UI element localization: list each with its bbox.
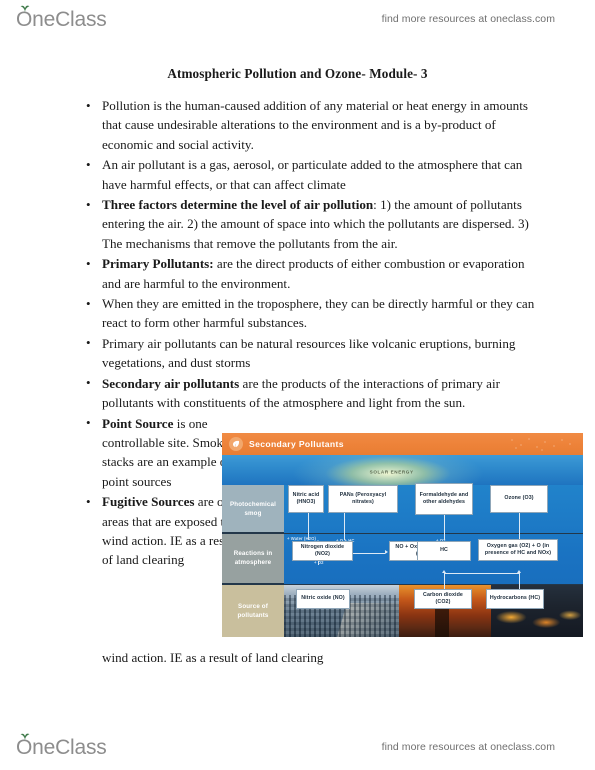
list-item: Primary air pollutants can be natural re…	[80, 333, 535, 373]
particle-speckle-decoration	[507, 436, 579, 452]
secondary-pollutants-diagram: Secondary Pollutants SOLAR ENERGY Photoc…	[222, 433, 583, 637]
solar-energy-label: SOLAR ENERGY	[369, 469, 414, 475]
arrow-hydrocarbons-bracket	[444, 573, 520, 575]
bullet-lead-bold: Three factors determine the level of air…	[102, 197, 374, 213]
oneclass-logo-text: OneClass	[16, 7, 107, 31]
list-item: Pollution is the human-caused addition o…	[80, 95, 535, 154]
sky-band: SOLAR ENERGY	[222, 455, 583, 485]
node-pans: PANs (Peroxyacyl nitrates)	[328, 485, 398, 513]
node-carbon-dioxide: Carbon dioxide (CO2)	[414, 589, 472, 609]
arrowhead-no2-to-no-plus-o	[385, 550, 388, 555]
bullet-text: An air pollutant is a gas, aerosol, or p…	[102, 157, 523, 192]
leaf-sprout-icon	[20, 4, 29, 13]
node-hydrocarbons: Hydrocarbons (HC)	[486, 589, 544, 609]
node-nitrogen-dioxide: Nitrogen dioxide (NO2)	[292, 541, 353, 561]
list-item: Three factors determine the level of air…	[80, 195, 535, 253]
oneclass-logo-text: OneClass	[16, 735, 107, 759]
bullet-text: Primary air pollutants can be natural re…	[102, 335, 516, 371]
footer-tagline: find more resources at oneclass.com	[381, 741, 555, 753]
diagram-title: Secondary Pollutants	[249, 439, 344, 449]
header-tagline: find more resources at oneclass.com	[381, 13, 555, 25]
row-label-reactions-in-atmosphere: Reactions in atmosphere	[222, 533, 284, 584]
bullet-lead-bold: Primary Pollutants:	[102, 256, 214, 272]
node-hc: HC	[417, 541, 471, 561]
row-label-photochemical-smog: Photochemical smog	[222, 485, 284, 533]
list-item: Secondary air pollutants are the product…	[80, 373, 535, 413]
list-item: When they are emitted in the troposphere…	[80, 294, 535, 333]
node-formaldehyde: Formaldehyde and other aldehydes	[415, 483, 473, 515]
row-label-source-of-pollutants: Source of pollutants	[222, 584, 284, 637]
node-nitric-acid: Nitric acid (HNO3)	[288, 485, 324, 513]
oneclass-logo: OneClass	[16, 5, 107, 31]
arrow-no2-to-no-plus-o	[353, 553, 385, 555]
node-ozone: Ozone (O3)	[490, 485, 548, 513]
diagram-header: Secondary Pollutants	[222, 433, 583, 455]
bullet-lead-bold: Fugitive Sources	[102, 494, 195, 510]
bullet-lead-bold: Secondary air pollutants	[102, 375, 240, 391]
page-title: Atmospheric Pollution and Ozone- Module-…	[167, 66, 428, 81]
page-footer: OneClass find more resources at oneclass…	[0, 730, 595, 764]
diagram-row-labels: Photochemical smog Reactions in atmosphe…	[222, 485, 284, 637]
leaf-sprout-icon	[20, 732, 29, 741]
leaf-badge-icon	[229, 437, 243, 451]
oneclass-logo-footer: OneClass	[16, 733, 107, 759]
zone-divider-reactions-source	[222, 584, 583, 585]
list-item: An air pollutant is a gas, aerosol, or p…	[80, 155, 535, 194]
trailing-body-line: wind action. IE as a result of land clea…	[102, 650, 324, 665]
bullet-text: When they are emitted in the troposphere…	[102, 296, 535, 331]
list-item: Primary Pollutants: are the direct produ…	[80, 254, 535, 293]
zone-divider-smog-reactions	[222, 533, 583, 534]
bullet-lead-bold: Point Source	[102, 415, 174, 431]
bullet-text: Pollution is the human-caused addition o…	[102, 98, 528, 152]
page-header: OneClass find more resources at oneclass…	[0, 2, 595, 36]
node-nitric-oxide: Nitric oxide (NO)	[296, 589, 350, 609]
node-oxygen-gas: Oxygen gas (O2) + O (in presence of HC a…	[478, 539, 558, 561]
